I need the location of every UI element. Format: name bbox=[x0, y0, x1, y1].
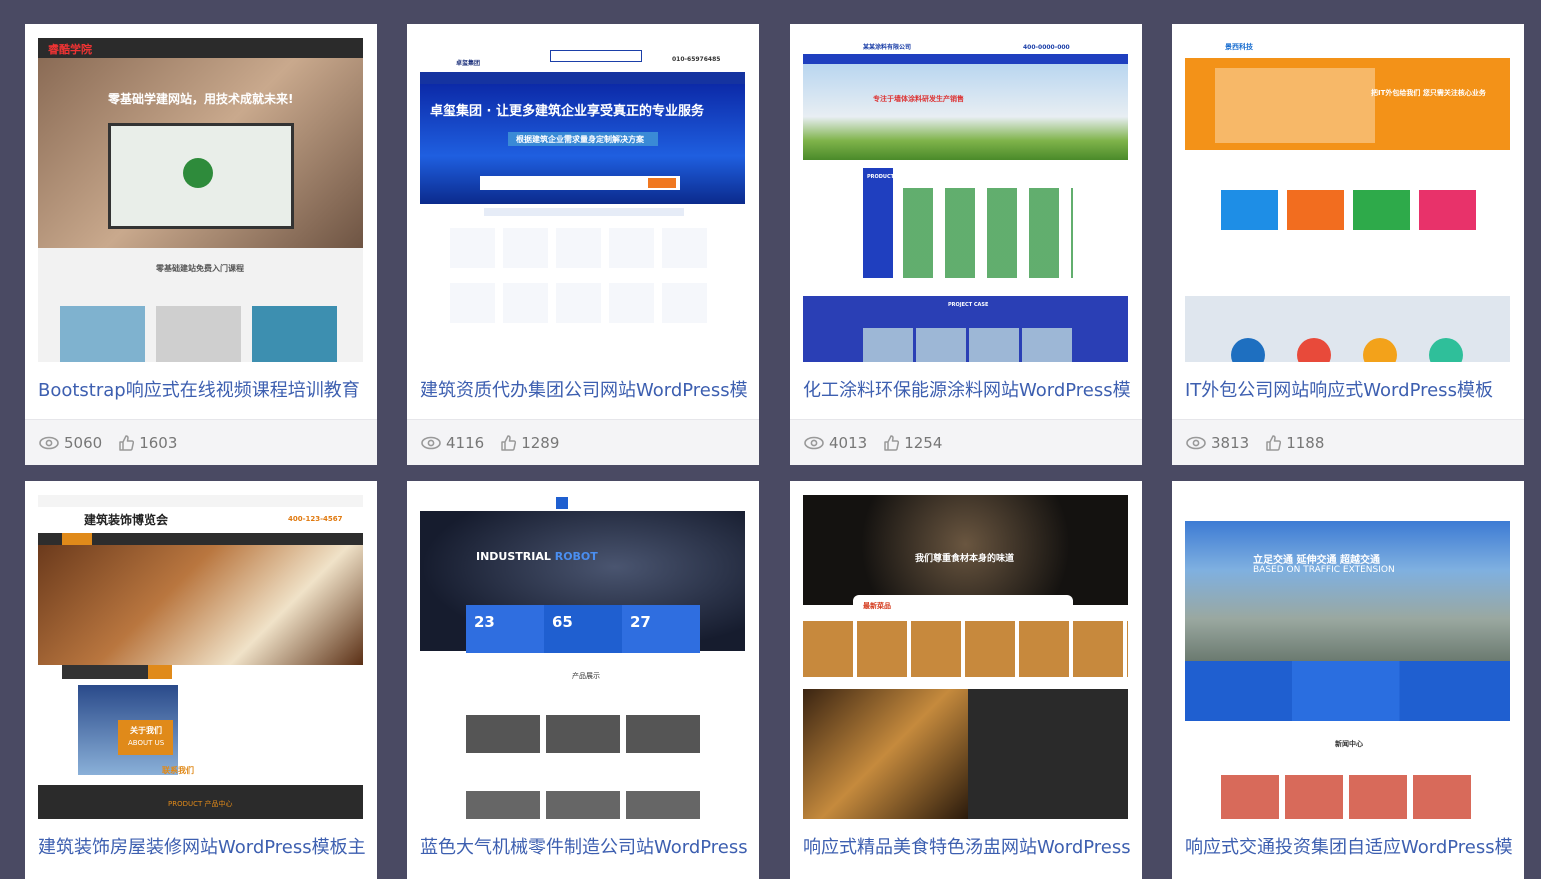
template-card[interactable]: 建筑装饰博览会 400-123-4567 关于我们 ABOUT US 联系我们 … bbox=[25, 481, 377, 879]
eye-icon bbox=[39, 436, 59, 450]
views-stat: 4116 bbox=[421, 434, 484, 452]
template-title[interactable]: IT外包公司网站响应式WordPress模板 bbox=[1185, 376, 1515, 406]
template-thumbnail[interactable]: INDUSTRIAL ROBOT 23 65 27 产品展示 bbox=[420, 495, 745, 819]
views-stat: 4013 bbox=[804, 434, 867, 452]
eye-icon bbox=[421, 436, 441, 450]
likes-stat[interactable]: 1254 bbox=[883, 434, 942, 452]
template-thumbnail[interactable]: 景西科技 把IT外包给我们 您只需关注核心业务 bbox=[1185, 38, 1510, 362]
stats-bar: 4116 1289 bbox=[407, 419, 759, 465]
likes-stat[interactable]: 1188 bbox=[1265, 434, 1324, 452]
template-thumbnail[interactable]: 睿酷学院 零基础学建网站，用技术成就未来! 零基础建站免费入门课程 bbox=[38, 38, 363, 362]
template-thumbnail[interactable]: 卓玺集团 010-65976485 卓玺集团 · 让更多建筑企业享受真正的专业服… bbox=[420, 38, 745, 362]
template-title[interactable]: 建筑资质代办集团公司网站WordPress模 bbox=[420, 376, 750, 406]
template-title[interactable]: 响应式交通投资集团自适应WordPress模 bbox=[1185, 833, 1515, 863]
template-card[interactable]: 睿酷学院 零基础学建网站，用技术成就未来! 零基础建站免费入门课程 Bootst… bbox=[25, 24, 377, 465]
template-title[interactable]: 响应式精品美食特色汤盅网站WordPress bbox=[803, 833, 1133, 863]
views-stat: 5060 bbox=[39, 434, 102, 452]
template-title[interactable]: 建筑装饰房屋装修网站WordPress模板主 bbox=[38, 833, 368, 863]
likes-stat[interactable]: 1289 bbox=[500, 434, 559, 452]
template-card[interactable]: 景西科技 把IT外包给我们 您只需关注核心业务 IT外包公司网站响应式WordP… bbox=[1172, 24, 1524, 465]
stats-bar: 3813 1188 bbox=[1172, 419, 1524, 465]
template-card[interactable]: 某某涂料有限公司 400-0000-000 专注于墙体涂料研发生产销售 PROD… bbox=[790, 24, 1142, 465]
template-card[interactable]: 立足交通 延伸交通 超越交通 BASED ON TRAFFIC EXTENSIO… bbox=[1172, 481, 1524, 879]
template-thumbnail[interactable]: 某某涂料有限公司 400-0000-000 专注于墙体涂料研发生产销售 PROD… bbox=[803, 38, 1128, 362]
stats-bar: 4013 1254 bbox=[790, 419, 1142, 465]
thumbs-up-icon bbox=[119, 435, 135, 451]
thumbs-up-icon bbox=[884, 435, 900, 451]
template-title[interactable]: 蓝色大气机械零件制造公司站WordPress bbox=[420, 833, 750, 863]
template-thumbnail[interactable]: 我们尊重食材本身的味道 最新菜品 bbox=[803, 495, 1128, 819]
thumbs-up-icon bbox=[501, 435, 517, 451]
eye-icon bbox=[1186, 436, 1206, 450]
template-card[interactable]: 我们尊重食材本身的味道 最新菜品 响应式精品美食特色汤盅网站WordPress bbox=[790, 481, 1142, 879]
template-thumbnail[interactable]: 立足交通 延伸交通 超越交通 BASED ON TRAFFIC EXTENSIO… bbox=[1185, 495, 1510, 819]
stats-bar: 5060 1603 bbox=[25, 419, 377, 465]
template-title[interactable]: Bootstrap响应式在线视频课程培训教育 bbox=[38, 376, 368, 406]
template-thumbnail[interactable]: 建筑装饰博览会 400-123-4567 关于我们 ABOUT US 联系我们 … bbox=[38, 495, 363, 819]
views-stat: 3813 bbox=[1186, 434, 1249, 452]
template-title[interactable]: 化工涂料环保能源涂料网站WordPress模 bbox=[803, 376, 1133, 406]
template-card[interactable]: INDUSTRIAL ROBOT 23 65 27 产品展示 蓝色大气机械零件制… bbox=[407, 481, 759, 879]
template-card[interactable]: 卓玺集团 010-65976485 卓玺集团 · 让更多建筑企业享受真正的专业服… bbox=[407, 24, 759, 465]
eye-icon bbox=[804, 436, 824, 450]
likes-stat[interactable]: 1603 bbox=[118, 434, 177, 452]
thumbs-up-icon bbox=[1266, 435, 1282, 451]
